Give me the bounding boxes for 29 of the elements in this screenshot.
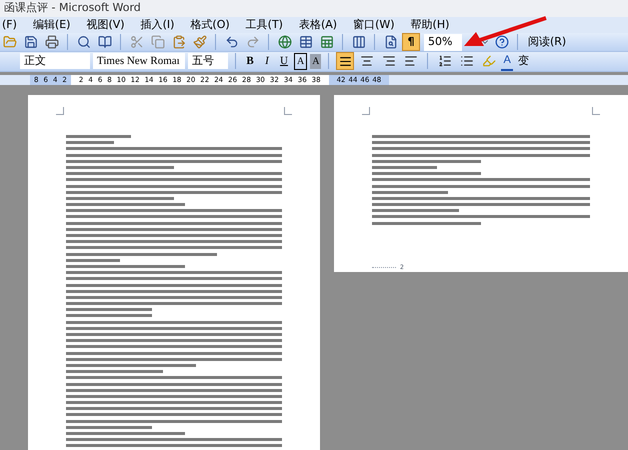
menu-item[interactable]: 编辑(E) [30,16,72,33]
menu-item[interactable]: 工具(T) [244,16,285,33]
font-dropdown[interactable]: Times New Romaı [93,53,185,70]
underline-button[interactable]: U [277,53,291,70]
corner-mark-icon [362,107,370,115]
style-dropdown[interactable]: 正文 [20,53,90,70]
corner-mark-icon [56,107,64,115]
character-border-button[interactable]: A [294,52,308,70]
menu-item[interactable]: (F) [0,16,19,33]
align-justify-button[interactable] [336,52,354,70]
bold-button[interactable]: B [243,53,257,70]
character-shading-button[interactable]: A [310,54,322,69]
title-bar: 函课点评 - Microsoft Word [0,0,628,16]
menu-item[interactable]: 插入(I) [138,16,176,33]
read-button[interactable]: 阅读(R) [524,34,570,50]
italic-button[interactable]: I [260,53,274,70]
menu-item[interactable]: 格式(O) [188,16,232,33]
change-case-button[interactable]: 变 [516,53,531,70]
zoom-field[interactable]: 50% [424,34,462,50]
corner-mark-icon [284,107,292,115]
font-size-dropdown[interactable]: 五号 [188,53,228,70]
menu-item[interactable]: 视图(V) [84,16,127,33]
align-justify-icon [338,54,352,68]
corner-mark-icon [592,107,600,115]
menu-item[interactable]: 帮助(H) [408,16,452,33]
menu-item[interactable]: 窗口(W) [351,16,397,33]
font-color-button[interactable]: A [501,52,513,70]
show-hide-marks-button[interactable]: ¶ [402,33,420,51]
menu-item[interactable]: 表格(A) [296,16,340,33]
